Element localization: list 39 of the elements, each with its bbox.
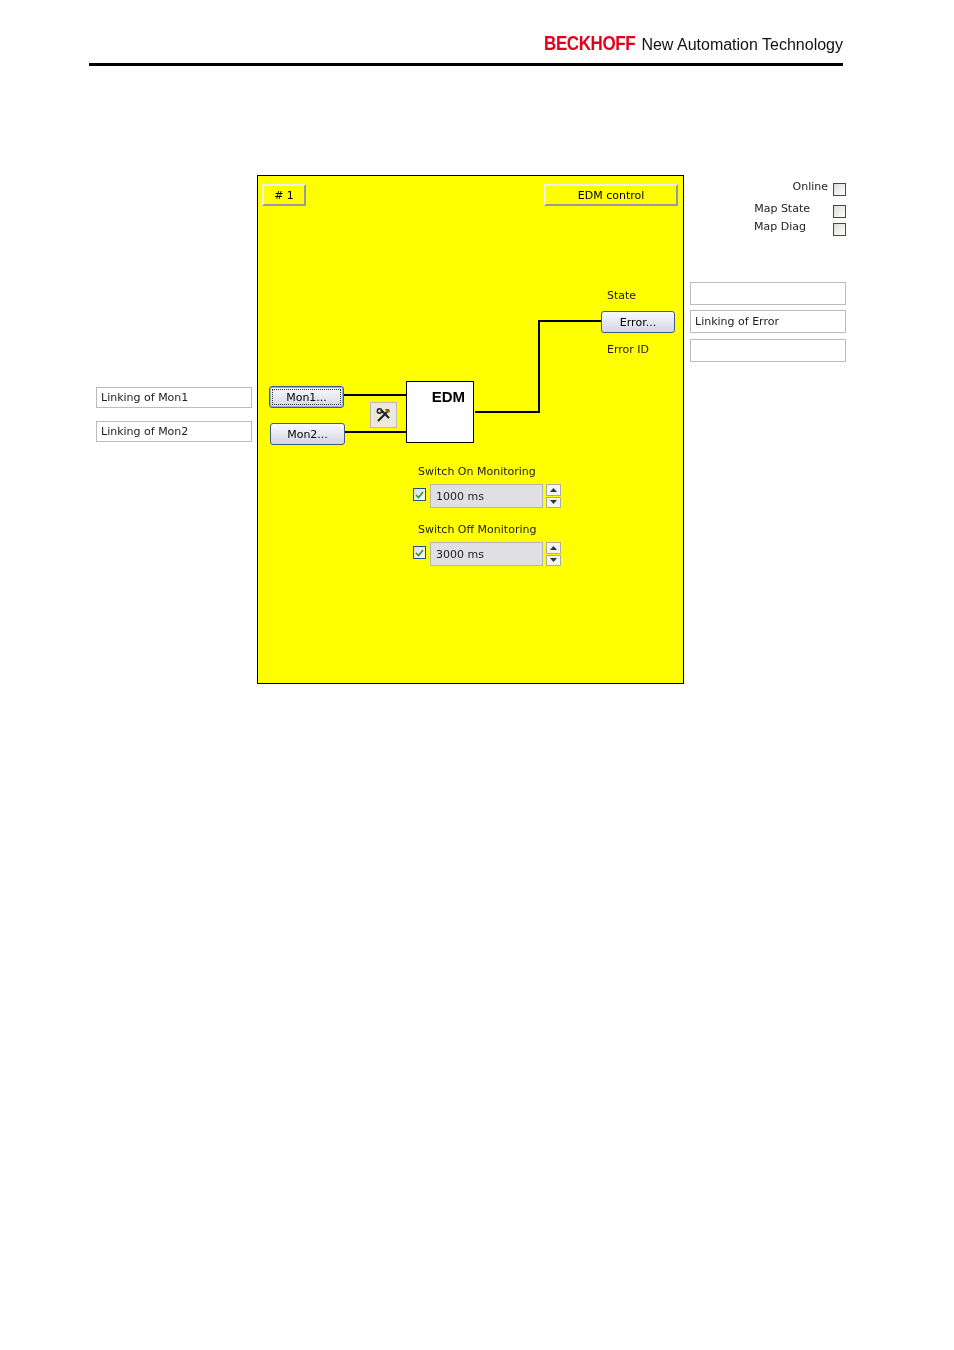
link-field[interactable] (690, 282, 846, 305)
option-checkbox[interactable] (833, 223, 846, 236)
brand-logo: BECKHOFF (544, 32, 636, 55)
monitor-label: Switch On Monitoring (418, 465, 536, 478)
link-field[interactable] (690, 339, 846, 362)
connector-line (343, 394, 407, 396)
link-field[interactable]: Linking of Mon2 (96, 421, 252, 442)
spin-up-button[interactable] (546, 484, 561, 496)
option-checkbox[interactable] (833, 205, 846, 218)
monitor-checkbox[interactable] (413, 546, 426, 559)
input-button[interactable]: Mon2... (270, 423, 345, 445)
option-label: Online (792, 180, 828, 193)
input-button[interactable]: Mon1... (269, 386, 344, 408)
down-arrow-icon (550, 558, 557, 563)
tools-button[interactable] (370, 402, 397, 428)
connector-line (344, 431, 407, 433)
spin-down-button[interactable] (546, 496, 561, 508)
hammer-wrench-icon (375, 407, 392, 423)
option-checkbox[interactable] (833, 183, 846, 196)
monitor-label: Switch Off Monitoring (418, 523, 537, 536)
down-arrow-icon (550, 500, 557, 505)
tagline: New Automation Technology (641, 36, 843, 54)
error-id-label: Error ID (607, 343, 650, 356)
time-field[interactable]: 1000 ms (430, 484, 543, 508)
title-button[interactable]: EDM control (544, 184, 678, 206)
option-label: Map Diag (754, 220, 806, 233)
monitor-checkbox[interactable] (413, 488, 426, 501)
error-button[interactable]: Error... (601, 311, 675, 333)
time-field[interactable]: 3000 ms (430, 542, 543, 566)
link-field[interactable]: Linking of Mon1 (96, 387, 252, 408)
spin-up-button[interactable] (546, 542, 561, 554)
state-label: State (607, 289, 637, 302)
edm-block[interactable]: EDM (406, 381, 474, 443)
up-arrow-icon (550, 545, 557, 550)
spin-down-button[interactable] (546, 554, 561, 566)
link-field[interactable]: Linking of Error (690, 310, 846, 333)
option-label: Map State (754, 202, 810, 215)
number-button[interactable]: # 1 (262, 184, 306, 206)
up-arrow-icon (550, 487, 557, 492)
